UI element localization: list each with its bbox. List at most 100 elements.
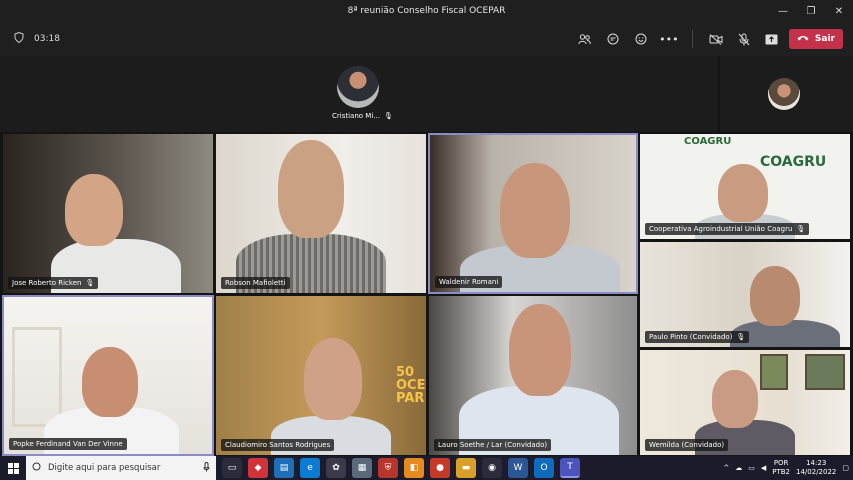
search-placeholder: Digite aqui para pesquisar	[48, 463, 161, 473]
calculator-icon[interactable]: ▦	[352, 458, 372, 478]
participant-tile[interactable]: Paulo Pinto (Convidado) 🎙	[639, 241, 851, 348]
participant-label: Lauro Soethe / Lar (Convidado)	[434, 439, 552, 451]
participant-label: Waldenir Romani	[435, 276, 503, 288]
reactions-icon[interactable]	[630, 28, 652, 50]
search-icon	[32, 462, 42, 475]
participant-face	[500, 163, 570, 258]
mic-icon: 🎙	[383, 112, 393, 120]
orange-app-icon[interactable]: ◧	[404, 458, 424, 478]
participant-name: Robson Mafioletti	[225, 279, 286, 287]
mic-off-icon: 🎙	[796, 225, 806, 233]
meeting-stage: Cristiano Mi... 🎙 Jose Roberto Ricken 🎙 R…	[0, 56, 853, 456]
participant-tile[interactable]: Jose Roberto Ricken 🎙	[2, 133, 214, 294]
file-explorer-icon[interactable]: ▤	[274, 458, 294, 478]
notifications-icon[interactable]: ▢	[842, 464, 849, 472]
start-button[interactable]	[0, 456, 26, 480]
powerpoint-icon[interactable]: ●	[430, 458, 450, 478]
taskbar: Digite aqui para pesquisar ▭ ◆ ▤ e ✿ ▦ ⛨…	[0, 456, 853, 480]
outlook-icon[interactable]: O	[534, 458, 554, 478]
anydesk-icon[interactable]: ◆	[248, 458, 268, 478]
leave-button[interactable]: Sair	[788, 29, 843, 49]
onedrive-icon[interactable]: ☁	[735, 464, 742, 472]
keyboard-layout: PTB2	[772, 468, 791, 476]
participant-name: Paulo Pinto (Convidado)	[649, 333, 733, 341]
teams-icon[interactable]: T	[560, 458, 580, 478]
presenter-avatar[interactable]	[337, 66, 379, 108]
participant-face	[304, 338, 362, 420]
presenter-name: Cristiano Mi...	[332, 112, 380, 120]
language: POR	[773, 459, 789, 467]
shield-app-icon[interactable]: ⛨	[378, 458, 398, 478]
toolbar-divider	[691, 30, 693, 48]
participant-label: Claudiomiro Santos Rodrigues	[221, 439, 335, 451]
participant-face	[278, 140, 344, 238]
chevron-up-icon[interactable]: ^	[723, 464, 729, 472]
meeting-toolbar: 03:18 ••• Sair	[0, 22, 853, 56]
participant-tile[interactable]: Lauro Soethe / Lar (Convidado)	[428, 295, 638, 456]
participant-name: Jose Roberto Ricken	[12, 279, 82, 287]
participant-label: Cooperativa Agroindustrial União Coagru 🎙	[645, 223, 810, 235]
folder-icon[interactable]: ▬	[456, 458, 476, 478]
edge-icon[interactable]: e	[300, 458, 320, 478]
mic-off-icon[interactable]	[733, 28, 755, 50]
participant-name: Cooperativa Agroindustrial União Coagru	[649, 225, 793, 233]
presenter-name-row: Cristiano Mi... 🎙	[332, 112, 393, 120]
participant-face	[718, 164, 768, 222]
shield-icon	[14, 31, 24, 46]
participant-face	[750, 266, 800, 326]
taskbar-search[interactable]: Digite aqui para pesquisar	[26, 456, 216, 480]
participant-face	[712, 370, 758, 428]
participant-tile[interactable]: COAGRU COAGRU Cooperativa Agroindustrial…	[639, 133, 851, 240]
coagru-logo: COAGRU	[760, 154, 827, 170]
system-tray: ^ ☁ ▭ ◀ POR PTB2 14:23 14/02/2022 ▢	[723, 456, 849, 480]
mic-off-icon: 🎙	[85, 279, 95, 287]
participant-tile[interactable]: 50 OCEPAR Claudiomiro Santos Rodrigues	[215, 295, 427, 456]
participant-label: Paulo Pinto (Convidado) 🎙	[645, 331, 750, 343]
participant-label: Robson Mafioletti	[221, 277, 290, 289]
participant-tile[interactable]: Wemilda (Convidado)	[639, 349, 851, 456]
minimize-button[interactable]: —	[769, 0, 797, 22]
leave-label: Sair	[814, 34, 835, 44]
participant-name: Lauro Soethe / Lar (Convidado)	[438, 441, 548, 449]
mic-off-icon: 🎙	[736, 333, 746, 341]
coagru-logo-top: COAGRU	[684, 136, 732, 147]
window-controls: — ❐ ✕	[769, 0, 853, 22]
close-button[interactable]: ✕	[825, 0, 853, 22]
participant-tile-active[interactable]: Waldenir Romani	[428, 133, 638, 294]
more-icon[interactable]: •••	[658, 28, 680, 50]
camera-off-icon[interactable]	[705, 28, 727, 50]
participant-name: Waldenir Romani	[439, 278, 499, 286]
participant-label: Jose Roberto Ricken 🎙	[8, 277, 99, 289]
participant-name: Claudiomiro Santos Rodrigues	[225, 441, 331, 449]
participant-tile[interactable]: Robson Mafioletti	[215, 133, 427, 294]
network-icon[interactable]: ▭	[748, 464, 755, 472]
participant-face	[82, 347, 138, 417]
paint-icon[interactable]: ✿	[326, 458, 346, 478]
participant-label: Wemilda (Convidado)	[645, 439, 729, 451]
people-icon[interactable]	[574, 28, 596, 50]
wall-picture	[760, 354, 788, 390]
volume-icon[interactable]: ◀	[761, 464, 766, 472]
window-title: 8ª reunião Conselho Fiscal OCEPAR	[347, 6, 506, 16]
word-icon[interactable]: W	[508, 458, 528, 478]
clock-date: 14/02/2022	[796, 468, 837, 476]
windows-icon	[7, 459, 19, 478]
participant-face	[65, 174, 123, 246]
self-view-avatar[interactable]	[768, 78, 800, 110]
clock-time: 14:23	[806, 459, 827, 467]
participant-tile-active[interactable]: Popke Ferdinand Van Der Vinne	[2, 295, 214, 456]
participant-name: Wemilda (Convidado)	[649, 441, 725, 449]
task-view-icon[interactable]: ▭	[222, 458, 242, 478]
language-indicator[interactable]: POR PTB2	[772, 459, 790, 477]
restore-button[interactable]: ❐	[797, 0, 825, 22]
clock[interactable]: 14:23 14/02/2022	[796, 459, 836, 477]
participant-face	[509, 304, 571, 396]
shelf	[12, 327, 62, 427]
meeting-timer: 03:18	[34, 34, 60, 44]
chrome-icon[interactable]: ◉	[482, 458, 502, 478]
chat-icon[interactable]	[602, 28, 624, 50]
share-icon[interactable]	[761, 28, 783, 50]
microphone-icon[interactable]	[203, 461, 210, 475]
participant-name: Popke Ferdinand Van Der Vinne	[13, 440, 123, 448]
ocepar-logo: 50 OCEPAR	[396, 365, 426, 406]
